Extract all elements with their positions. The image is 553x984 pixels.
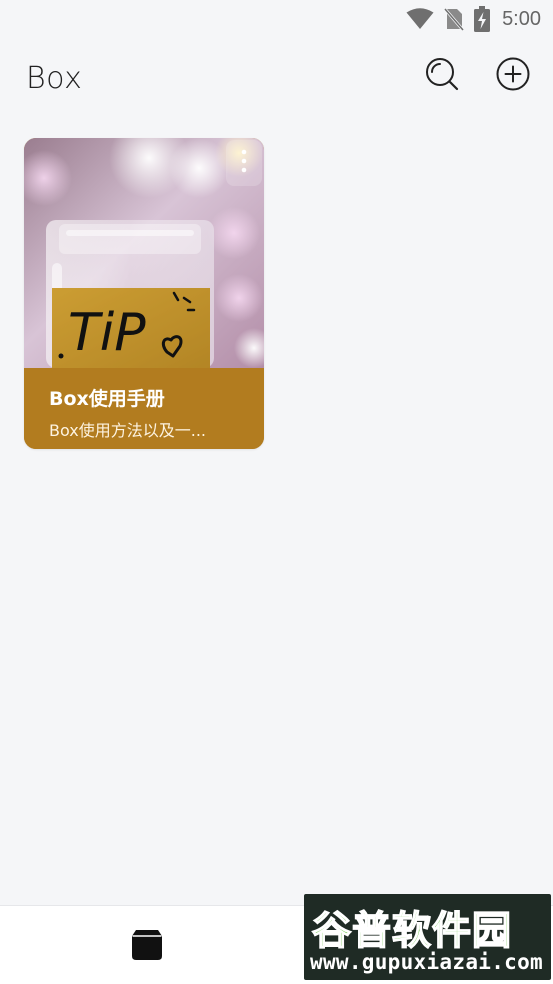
- watermark-title: 谷普软件园: [311, 908, 513, 955]
- wifi-icon: [406, 8, 434, 30]
- app-title: Box: [26, 61, 83, 96]
- add-button[interactable]: [495, 56, 531, 97]
- box-icon: [130, 930, 164, 966]
- no-sim-icon: [444, 7, 465, 31]
- more-vertical-icon: [241, 149, 247, 178]
- status-bar: 5:00: [0, 0, 553, 38]
- svg-text:TiP: TiP: [68, 303, 146, 363]
- search-icon: [424, 56, 460, 97]
- app-header: Box: [0, 52, 553, 104]
- battery-charging-icon: [474, 6, 491, 32]
- nav-item-box[interactable]: [130, 928, 164, 962]
- watermark-url: www.gupuxiazai.com: [310, 950, 543, 974]
- card-subtitle: Box使用方法以及一...: [49, 421, 207, 440]
- status-time: 5:00: [502, 7, 541, 30]
- card-more-button[interactable]: [226, 140, 262, 186]
- card-title: Box使用手册: [49, 388, 165, 410]
- watermark: 谷普软件园 www.gupuxiazai.com: [304, 894, 551, 980]
- box-card[interactable]: TiP Box使用手册 Box使用方法以及一...: [24, 138, 264, 449]
- add-circle-icon: [495, 56, 531, 97]
- card-footer: Box使用手册 Box使用方法以及一...: [24, 368, 264, 449]
- search-button[interactable]: [424, 56, 460, 97]
